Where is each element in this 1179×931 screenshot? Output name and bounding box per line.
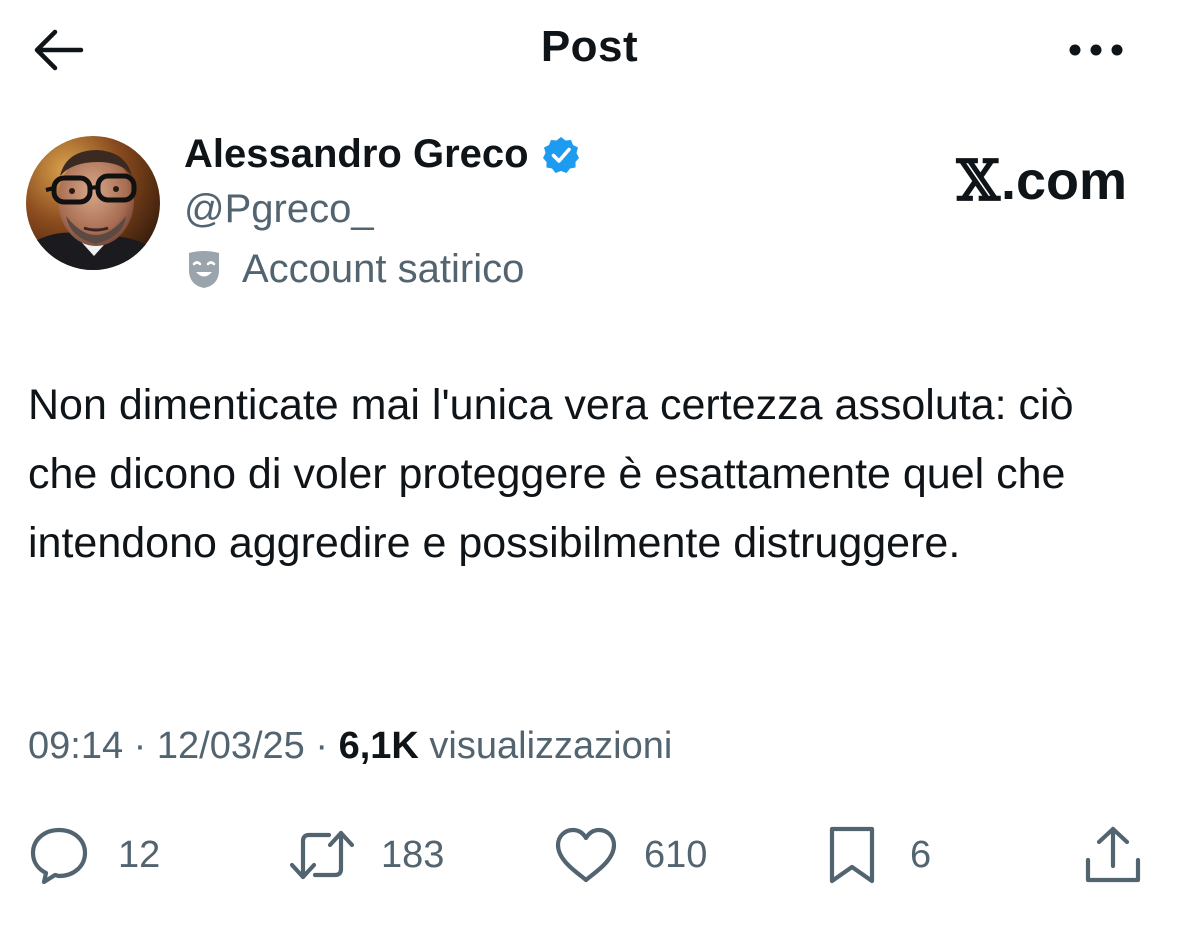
xcom-watermark: 𝕏 .com: [957, 148, 1128, 214]
reply-button[interactable]: 12: [28, 820, 160, 890]
repost-icon: [289, 830, 355, 880]
share-icon: [1085, 826, 1141, 883]
views-label: visualizzazioni: [418, 725, 673, 767]
more-options-button[interactable]: [1061, 22, 1131, 78]
avatar[interactable]: [26, 136, 160, 270]
reply-icon: [30, 827, 88, 885]
verified-badge-icon: [542, 136, 579, 173]
repost-count: 183: [381, 833, 445, 876]
bookmark-button[interactable]: 6: [826, 820, 931, 890]
like-button[interactable]: 610: [554, 820, 707, 890]
account-label-text: Account satirico: [242, 247, 525, 291]
post-page: Post Alessandro Greco @Pgreco_ Account s…: [0, 0, 1179, 931]
post-time[interactable]: 09:14: [28, 725, 123, 767]
views-count[interactable]: 6,1K: [339, 725, 419, 767]
author-name-text: Alessandro Greco: [184, 132, 529, 176]
action-bar: 12 183 610 6: [0, 820, 1179, 890]
author-handle[interactable]: @Pgreco_: [184, 187, 374, 232]
more-horizontal-icon: [1069, 44, 1123, 56]
account-label[interactable]: Account satirico: [186, 247, 524, 292]
share-button[interactable]: [1084, 820, 1142, 890]
repost-button[interactable]: 183: [289, 820, 444, 890]
xcom-domain-text: .com: [1000, 151, 1127, 211]
meta-separator: ·: [123, 725, 157, 767]
post-meta: 09:14 · 12/03/25 · 6,1K visualizzazioni: [28, 725, 672, 768]
heart-icon: [555, 827, 617, 883]
meta-separator: ·: [304, 725, 339, 767]
post-text: Non dimenticate mai l'unica vera certezz…: [28, 381, 1074, 567]
bookmark-count: 6: [910, 833, 932, 876]
bookmark-icon: [829, 826, 875, 884]
reply-count: 12: [118, 833, 161, 876]
top-bar: Post: [0, 0, 1179, 100]
x-logo-glyph: 𝕏: [956, 148, 1000, 214]
theater-mask-icon: [189, 250, 219, 288]
post-date[interactable]: 12/03/25: [157, 725, 305, 767]
avatar-photo: [26, 136, 160, 270]
like-count: 610: [644, 833, 708, 876]
page-title: Post: [540, 22, 639, 71]
author-name[interactable]: Alessandro Greco: [184, 132, 581, 177]
